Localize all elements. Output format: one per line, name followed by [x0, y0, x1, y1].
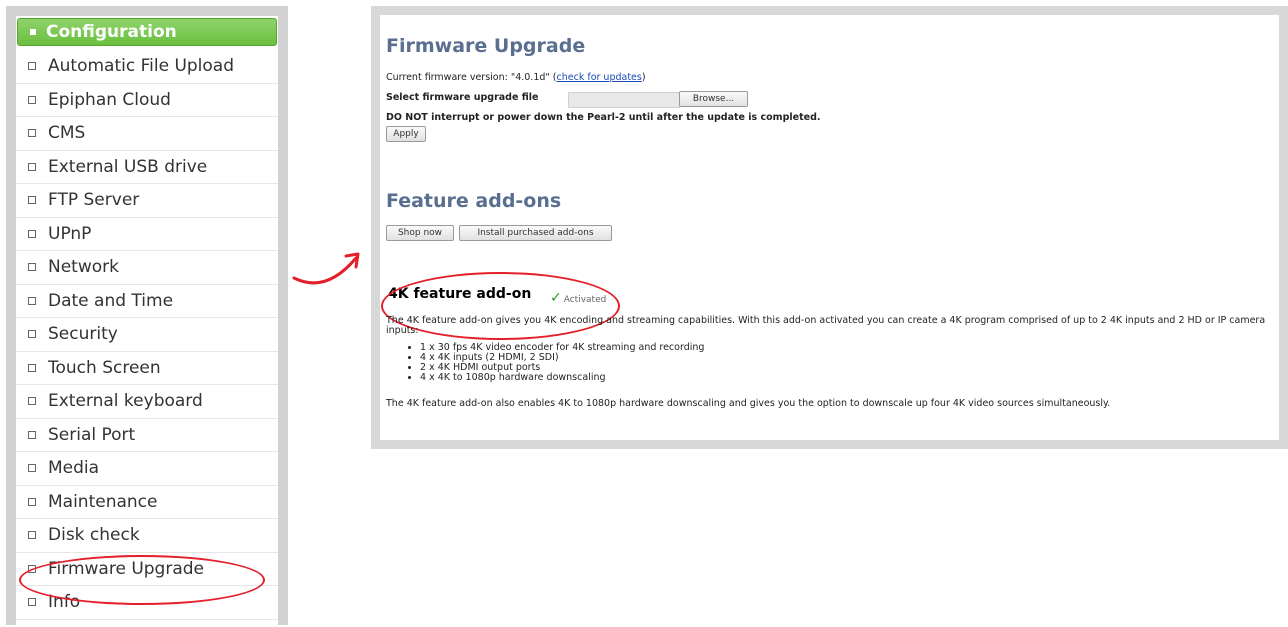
- sidebar-item-info[interactable]: Info: [16, 586, 278, 620]
- activated-label: Activated: [563, 295, 607, 305]
- sidebar-item-label: Disk check: [48, 525, 140, 546]
- sidebar-nav-list: Automatic File Upload Epiphan Cloud CMS Ext…: [16, 50, 278, 620]
- firmware-version-suffix: ): [641, 72, 646, 83]
- bullet-square-icon: [28, 62, 36, 71]
- sidebar-item-external-keyboard[interactable]: External keyboard: [16, 385, 278, 419]
- feature-list: 1 x 30 fps 4K video encoder for 4K strea…: [410, 343, 704, 383]
- sidebar-item-epiphan-cloud[interactable]: Epiphan Cloud: [16, 84, 278, 117]
- sidebar-item-media[interactable]: Media: [16, 452, 278, 486]
- addon-footer-text: The 4K feature add-on also enables 4K to…: [386, 398, 1111, 409]
- sidebar-item-label: External keyboard: [48, 391, 203, 412]
- bullet-square-icon: [28, 497, 36, 506]
- sidebar-item-maintenance[interactable]: Maintenance: [16, 486, 278, 519]
- sidebar-item-label: Maintenance: [48, 491, 158, 512]
- firmware-panel: Firmware Upgrade Current firmware versio…: [371, 6, 1288, 449]
- sidebar-item-label: UPnP: [48, 223, 92, 244]
- activated-status: ✓ Activated: [550, 290, 606, 306]
- sidebar-item-serial-port[interactable]: Serial Port: [16, 419, 278, 452]
- shop-now-button[interactable]: Shop now: [386, 225, 454, 241]
- sidebar-item-label: Info: [48, 592, 81, 613]
- sidebar-item-label: Security: [48, 324, 118, 345]
- sidebar-item-label: Epiphan Cloud: [48, 89, 171, 110]
- sidebar-item-cms[interactable]: CMS: [16, 117, 278, 151]
- configuration-header-label: Configuration: [46, 22, 177, 42]
- sidebar-item-label: Serial Port: [48, 424, 136, 445]
- configuration-header[interactable]: Configuration: [17, 18, 277, 46]
- bullet-square-icon: [28, 229, 36, 238]
- sidebar-item-external-usb-drive[interactable]: External USB drive: [16, 151, 278, 184]
- feature-addon-title: 4K feature add-on: [388, 286, 532, 302]
- browse-button[interactable]: Browse...: [679, 91, 748, 107]
- bullet-square-icon: [28, 464, 36, 473]
- feature-addons-title: Feature add-ons: [386, 190, 562, 212]
- check-updates-link[interactable]: check for updates: [557, 72, 642, 83]
- bullet-square-icon: [28, 129, 36, 138]
- bullet-square-icon: [28, 564, 36, 573]
- firmware-version-text: Current firmware version: "4.0.1d" (chec…: [386, 72, 646, 83]
- bullet-square-icon: [28, 196, 36, 205]
- sidebar-item-label: External USB drive: [48, 156, 208, 177]
- bullet-square-icon: [28, 531, 36, 540]
- sidebar-item-date-and-time[interactable]: Date and Time: [16, 285, 278, 318]
- sidebar-item-network[interactable]: Network: [16, 251, 278, 285]
- sidebar-item-security[interactable]: Security: [16, 318, 278, 352]
- sidebar-menu: Configuration Automatic File Upload Epiph…: [16, 16, 278, 625]
- sidebar-item-label: Touch Screen: [48, 357, 161, 378]
- sidebar-item-touch-screen[interactable]: Touch Screen: [16, 352, 278, 385]
- bullet-square-icon: [28, 162, 36, 171]
- sidebar-item-label: Automatic File Upload: [48, 56, 235, 77]
- apply-button[interactable]: Apply: [386, 126, 426, 142]
- firmware-upgrade-title: Firmware Upgrade: [386, 35, 586, 57]
- sidebar-item-label: CMS: [48, 123, 86, 144]
- bullet-square-icon: [28, 430, 36, 439]
- panel-content: Firmware Upgrade Current firmware versio…: [380, 15, 1279, 440]
- firmware-warning: DO NOT interrupt or power down the Pearl…: [386, 112, 821, 123]
- addon-description: The 4K feature add-on gives you 4K encod…: [386, 315, 1266, 336]
- config-sidebar: Configuration Automatic File Upload Epiph…: [6, 6, 288, 625]
- curved-arrow-icon: [292, 252, 360, 285]
- sidebar-item-firmware-upgrade[interactable]: Firmware Upgrade: [16, 553, 278, 586]
- sidebar-item-label: FTP Server: [48, 190, 140, 211]
- sidebar-item-ftp-server[interactable]: FTP Server: [16, 184, 278, 218]
- sidebar-item-label: Firmware Upgrade: [48, 558, 204, 579]
- bullet-square-icon: [28, 397, 36, 406]
- sidebar-item-disk-check[interactable]: Disk check: [16, 519, 278, 553]
- feature-list-item: 4 x 4K to 1080p hardware downscaling: [420, 373, 704, 383]
- sidebar-item-label: Date and Time: [48, 290, 174, 311]
- bullet-square-icon: [28, 263, 36, 272]
- checkmark-icon: ✓: [550, 290, 562, 306]
- firmware-version-prefix: Current firmware version: "4.0.1d" (: [386, 72, 557, 83]
- bullet-square-icon: [28, 330, 36, 339]
- install-addons-button[interactable]: Install purchased add-ons: [459, 225, 612, 241]
- bullet-square-icon: [28, 598, 36, 607]
- bullet-square-icon: [28, 296, 36, 305]
- sidebar-item-label: Media: [48, 458, 100, 479]
- sidebar-item-automatic-file-upload[interactable]: Automatic File Upload: [16, 50, 278, 84]
- sidebar-item-label: Network: [48, 257, 119, 278]
- sidebar-item-upnp[interactable]: UPnP: [16, 218, 278, 251]
- bullet-square-icon: [28, 95, 36, 104]
- bullet-square-icon: [28, 363, 36, 372]
- firmware-file-field[interactable]: [568, 92, 680, 108]
- select-firmware-label: Select firmware upgrade file: [386, 92, 539, 103]
- bullet-icon: [30, 29, 36, 35]
